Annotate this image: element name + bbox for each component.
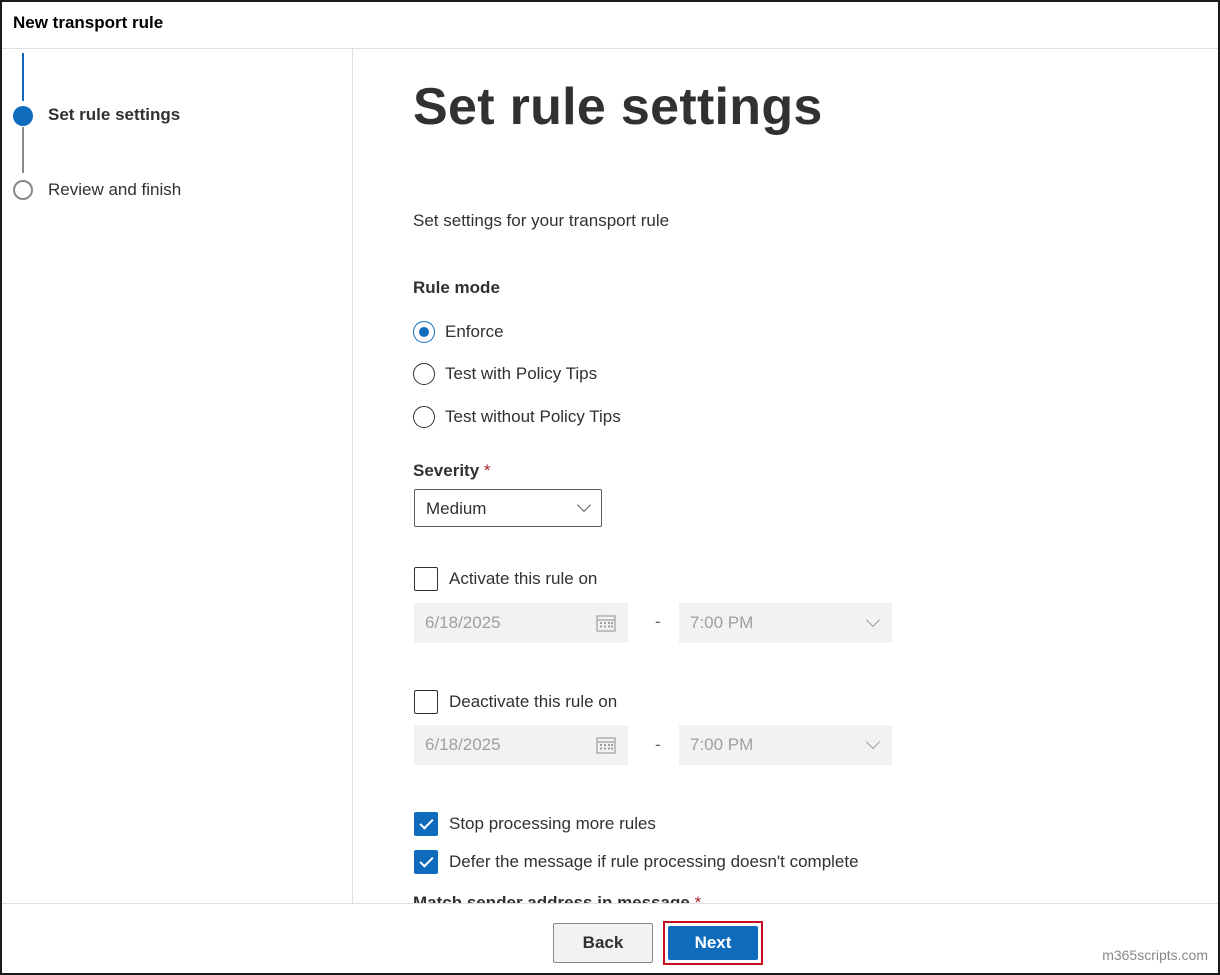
severity-value: Medium [426, 499, 487, 518]
activate-rule-checkbox[interactable] [414, 567, 438, 591]
step-set-rule-settings[interactable]: Set rule settings [48, 105, 180, 125]
step-connector-top [22, 53, 24, 101]
title-bar: New transport rule [2, 2, 1218, 49]
chevron-down-icon [576, 497, 592, 513]
window-title: New transport rule [13, 13, 164, 32]
activate-time-value: 7:00 PM [690, 613, 754, 632]
stop-processing-checkbox-row[interactable]: Stop processing more rules [414, 811, 656, 837]
calendar-icon [596, 737, 616, 754]
main-content: Set rule settings Set settings for your … [353, 49, 1218, 903]
radio-label: Test with Policy Tips [445, 364, 598, 383]
deactivate-rule-checkbox-row[interactable]: Deactivate this rule on [414, 689, 617, 715]
radio-button[interactable] [413, 406, 435, 428]
next-button-highlight: Next [663, 921, 763, 965]
transport-rule-wizard: New transport rule Set rule settings Rev… [0, 0, 1220, 975]
back-button[interactable]: Back [553, 923, 653, 963]
radio-test-without-policy-tips[interactable]: Test without Policy Tips [413, 404, 621, 430]
activate-time-dropdown[interactable]: 7:00 PM [679, 603, 892, 643]
checkbox-label: Deactivate this rule on [449, 692, 618, 711]
radio-label: Enforce [445, 322, 504, 341]
radio-button[interactable] [413, 363, 435, 385]
required-mark: * [483, 461, 491, 480]
activate-rule-checkbox-row[interactable]: Activate this rule on [414, 566, 597, 592]
stop-processing-checkbox[interactable] [414, 812, 438, 836]
deactivate-date-picker[interactable]: 6/18/2025 [414, 725, 628, 765]
defer-message-checkbox-row[interactable]: Defer the message if rule processing doe… [414, 849, 859, 875]
calendar-icon [596, 615, 616, 632]
required-mark: * [694, 893, 702, 903]
checkbox-label: Stop processing more rules [449, 814, 656, 833]
defer-message-checkbox[interactable] [414, 850, 438, 874]
rule-mode-label: Rule mode [413, 278, 500, 297]
page-title: Set rule settings [413, 78, 823, 136]
deactivate-date-value: 6/18/2025 [425, 735, 501, 754]
checkbox-label: Activate this rule on [449, 569, 598, 588]
next-button[interactable]: Next [668, 926, 758, 960]
deactivate-rule-checkbox[interactable] [414, 690, 438, 714]
step-review-and-finish[interactable]: Review and finish [48, 180, 181, 200]
match-sender-address-label: Match sender address in message * [413, 893, 701, 903]
severity-label: Severity * [413, 461, 491, 481]
radio-button[interactable] [413, 321, 435, 343]
chevron-down-icon [865, 612, 881, 628]
activate-date-value: 6/18/2025 [425, 613, 501, 632]
step-upcoming-indicator [13, 180, 33, 200]
step-current-indicator [13, 106, 33, 126]
radio-enforce[interactable]: Enforce [413, 319, 504, 345]
severity-label-text: Severity [413, 461, 480, 480]
chevron-down-icon [865, 734, 881, 750]
step-connector [22, 127, 24, 173]
match-sender-label-text: Match sender address in message [413, 893, 690, 903]
watermark-text: m365scripts.com [1102, 947, 1208, 963]
checkbox-label: Defer the message if rule processing doe… [449, 852, 859, 871]
activate-date-picker[interactable]: 6/18/2025 [414, 603, 628, 643]
date-time-separator: - [655, 735, 661, 754]
deactivate-time-value: 7:00 PM [690, 735, 754, 754]
radio-test-with-policy-tips[interactable]: Test with Policy Tips [413, 361, 597, 387]
severity-dropdown[interactable]: Medium [414, 489, 602, 527]
page-description: Set settings for your transport rule [413, 211, 670, 230]
date-time-separator: - [655, 612, 661, 631]
deactivate-time-dropdown[interactable]: 7:00 PM [679, 725, 892, 765]
radio-label: Test without Policy Tips [445, 407, 621, 426]
wizard-steps-panel: Set rule settings Review and finish [2, 49, 353, 903]
wizard-footer: Back Next m365scripts.com [2, 903, 1218, 973]
